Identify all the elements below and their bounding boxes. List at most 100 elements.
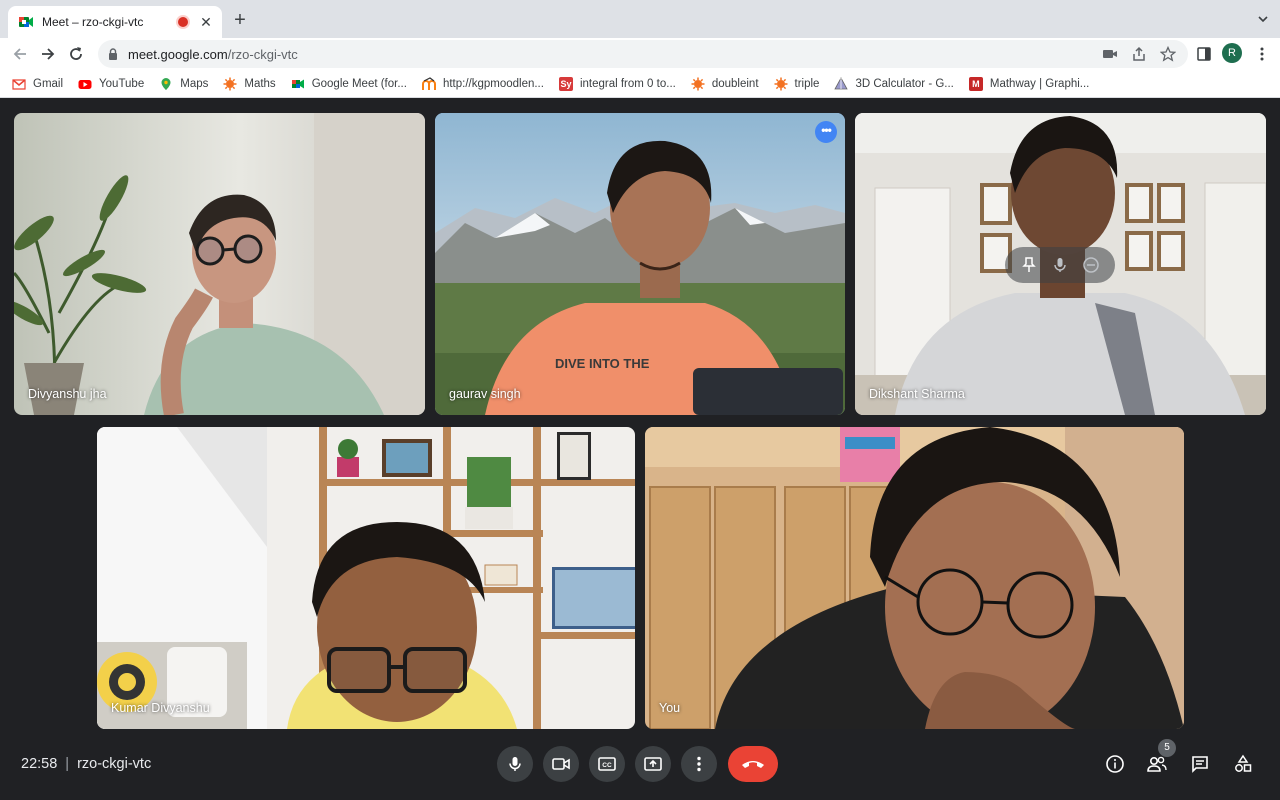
- end-call-icon: [742, 761, 764, 768]
- profile-avatar[interactable]: R: [1222, 43, 1242, 63]
- bookmark-label: triple: [794, 77, 820, 90]
- mathway-icon: M: [968, 76, 983, 91]
- bookmark-star-icon[interactable]: [1160, 46, 1176, 62]
- side-panel-icon[interactable]: [1196, 46, 1212, 62]
- people-icon: [1147, 756, 1167, 772]
- url-path: /rzo-ckgi-vtc: [227, 46, 298, 62]
- participant-name: Divyanshu jha: [28, 387, 107, 401]
- pin-icon[interactable]: [1020, 256, 1038, 274]
- activities-shapes-icon: [1235, 754, 1252, 772]
- bookmarks-bar: Gmail YouTube Maps Maths Google Meet (fo…: [0, 70, 1280, 98]
- chevron-down-icon[interactable]: [1256, 12, 1270, 26]
- bookmark-youtube[interactable]: YouTube: [78, 77, 144, 91]
- participant-count-badge: 5: [1158, 739, 1176, 757]
- bookmark-kgpmoodle[interactable]: http://kgpmoodlen...: [421, 76, 544, 91]
- participant-tile-dikshant-sharma[interactable]: Dikshant Sharma: [855, 113, 1266, 415]
- participant-name: Kumar Divyanshu: [111, 701, 210, 715]
- lock-icon: [109, 48, 117, 60]
- more-options-button[interactable]: [681, 746, 717, 782]
- bookmark-maps[interactable]: Maps: [159, 77, 208, 91]
- browser-toolbar: meet.google.com/rzo-ckgi-vtc R: [0, 38, 1280, 70]
- captions-button[interactable]: CC: [589, 746, 625, 782]
- symbolab-icon: Sy: [558, 76, 573, 91]
- gmail-icon: [12, 78, 26, 90]
- bookmark-label: 3D Calculator - G...: [855, 77, 954, 90]
- bookmark-maths[interactable]: Maths: [223, 77, 276, 91]
- wolfram-icon: [223, 77, 237, 90]
- meet-stage: Divyanshu jha DIVE INTO THE ••• gaurav s…: [0, 98, 1280, 800]
- participant-tile-gaurav-singh[interactable]: DIVE INTO THE ••• gaurav singh: [435, 113, 845, 415]
- meeting-code: rzo-ckgi-vtc: [77, 756, 152, 772]
- participant-name: gaurav singh: [449, 387, 521, 401]
- svg-text:CC: CC: [602, 762, 612, 769]
- remove-participant-icon[interactable]: [1082, 256, 1100, 274]
- chat-button[interactable]: [1189, 753, 1211, 775]
- participant-tile-divyanshu-jha[interactable]: Divyanshu jha: [14, 113, 425, 415]
- participant-tile-kumar-divyanshu[interactable]: Kumar Divyanshu: [97, 427, 635, 729]
- forward-arrow-icon[interactable]: [38, 44, 58, 64]
- participant-video: [14, 113, 425, 415]
- participant-tile-you[interactable]: You: [645, 427, 1184, 729]
- present-now-button[interactable]: [635, 746, 671, 782]
- bookmark-label: Mathway | Graphi...: [989, 77, 1090, 90]
- activities-button[interactable]: [1232, 753, 1254, 775]
- more-options-icon[interactable]: •••: [815, 121, 837, 143]
- browser-tab[interactable]: Meet – rzo-ckgi-vtc ✕: [8, 6, 222, 38]
- back-arrow-icon[interactable]: [10, 44, 30, 64]
- tile-hover-controls: [1005, 247, 1115, 283]
- bookmark-label: Google Meet (for...: [311, 77, 407, 90]
- moodle-icon: [421, 76, 436, 90]
- bookmark-doubleint[interactable]: doubleint: [691, 77, 759, 91]
- bookmark-label: YouTube: [99, 77, 145, 90]
- mute-mic-icon[interactable]: [1051, 256, 1069, 274]
- more-vert-icon: [697, 756, 701, 772]
- participant-name: You: [659, 701, 681, 715]
- browser-menu-icon[interactable]: [1254, 46, 1270, 62]
- present-screen-icon: [644, 757, 662, 771]
- microphone-button[interactable]: [497, 746, 533, 782]
- meet-control-bar: 22:58 | rzo-ckgi-vtc CC 5: [0, 736, 1280, 800]
- bookmark-label: integral from 0 to...: [579, 77, 676, 90]
- leave-call-button[interactable]: [728, 746, 778, 782]
- tab-close-icon[interactable]: ✕: [198, 14, 214, 31]
- youtube-icon: [78, 79, 92, 89]
- new-tab-icon[interactable]: +: [230, 10, 250, 30]
- tab-title: Meet – rzo-ckgi-vtc: [42, 15, 144, 29]
- wolfram-icon: [691, 77, 705, 90]
- participant-name: Dikshant Sharma: [869, 387, 965, 401]
- recording-indicator-icon: [178, 17, 188, 27]
- meet-favicon-icon: [19, 17, 33, 27]
- separator: |: [65, 756, 70, 772]
- meeting-details-button[interactable]: [1104, 753, 1126, 775]
- camera-in-use-icon[interactable]: [1102, 46, 1118, 62]
- bookmark-3d-calculator[interactable]: 3D Calculator - G...: [834, 76, 954, 91]
- closed-captions-icon: CC: [598, 757, 616, 771]
- meet-icon: [291, 79, 304, 88]
- bookmark-triple[interactable]: triple: [774, 77, 820, 91]
- info-icon: [1106, 755, 1124, 773]
- video-camera-icon: [552, 758, 570, 770]
- bookmark-label: http://kgpmoodlen...: [442, 77, 544, 90]
- wolfram-icon: [774, 77, 788, 90]
- participant-video: DIVE INTO THE: [435, 113, 845, 415]
- bookmark-label: doubleint: [711, 77, 759, 90]
- bookmark-label: Maths: [244, 77, 276, 90]
- tab-strip: Meet – rzo-ckgi-vtc ✕ +: [0, 0, 1280, 38]
- participant-video: [645, 427, 1184, 729]
- url-host: meet.google.com: [128, 46, 228, 62]
- camera-button[interactable]: [543, 746, 579, 782]
- reload-icon[interactable]: [66, 44, 86, 64]
- participant-video: [97, 427, 635, 729]
- bookmark-gmail[interactable]: Gmail: [12, 77, 63, 91]
- maps-icon: [161, 77, 171, 90]
- bookmark-mathway[interactable]: M Mathway | Graphi...: [968, 76, 1090, 91]
- geogebra-icon: [834, 76, 849, 89]
- share-icon[interactable]: [1131, 46, 1147, 62]
- bookmark-google-meet[interactable]: Google Meet (for...: [291, 77, 407, 91]
- bookmark-label: Gmail: [33, 77, 64, 90]
- meeting-details: 22:58 | rzo-ckgi-vtc: [21, 756, 151, 772]
- svg-text:DIVE INTO THE: DIVE INTO THE: [555, 356, 650, 371]
- bookmark-integral[interactable]: Sy integral from 0 to...: [558, 76, 676, 91]
- address-bar[interactable]: meet.google.com/rzo-ckgi-vtc: [98, 40, 1188, 68]
- chat-icon: [1192, 756, 1208, 773]
